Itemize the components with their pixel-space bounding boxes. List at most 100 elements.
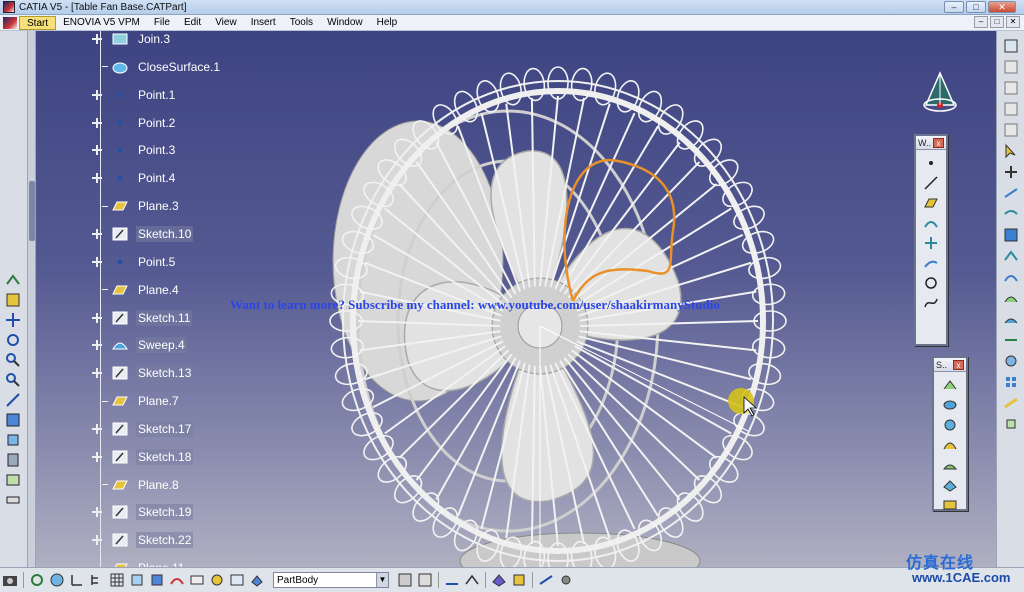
expand-plus-icon[interactable]: [92, 507, 102, 518]
surface-extract-icon[interactable]: [1002, 268, 1020, 285]
measure-icon[interactable]: [4, 491, 22, 508]
wireframe-toolbar[interactable]: W.. x: [914, 134, 948, 346]
loft-surface-icon[interactable]: [941, 476, 959, 493]
render-style-icon[interactable]: [4, 431, 22, 448]
extrapolate-icon[interactable]: [1002, 394, 1020, 411]
tree-view-icon[interactable]: [89, 572, 105, 588]
point-tool-icon[interactable]: [922, 154, 940, 171]
zoom-in-icon[interactable]: [4, 351, 22, 368]
menu-tools[interactable]: Tools: [283, 16, 320, 30]
insert-body-icon[interactable]: [397, 572, 413, 588]
fit-all-icon[interactable]: [4, 291, 22, 308]
doc-close-button[interactable]: ✕: [1006, 16, 1020, 28]
surface-join-icon[interactable]: [1002, 310, 1020, 327]
sweep-surface-icon[interactable]: [941, 436, 959, 453]
constraint-icon[interactable]: [169, 572, 185, 588]
tree-item[interactable]: Sketch.11: [92, 308, 193, 328]
parameters-icon[interactable]: [189, 572, 205, 588]
expand-plus-icon[interactable]: [92, 34, 102, 44]
projection-tool-icon[interactable]: [922, 214, 940, 231]
expand-plus-icon[interactable]: [92, 312, 102, 323]
surfaces-toolbar[interactable]: S.. x: [932, 356, 968, 511]
menu-insert[interactable]: Insert: [244, 16, 283, 30]
menu-window[interactable]: Window: [320, 16, 370, 30]
minimize-button[interactable]: –: [944, 1, 964, 13]
offset-tool-icon[interactable]: [922, 254, 940, 271]
surface-fill-icon[interactable]: [1002, 289, 1020, 306]
globe-icon[interactable]: [49, 572, 65, 588]
tree-item[interactable]: Plane.7: [92, 391, 181, 411]
menu-view[interactable]: View: [208, 16, 244, 30]
apply-icon[interactable]: [511, 572, 527, 588]
tree-item[interactable]: Plane.4: [92, 280, 181, 300]
close-button[interactable]: ✕: [988, 1, 1016, 13]
extrude-surface-icon[interactable]: [941, 376, 959, 393]
tree-item[interactable]: Point.5: [92, 252, 177, 272]
tree-item[interactable]: Sketch.13: [92, 363, 194, 383]
positioned-sketch-icon[interactable]: [1002, 58, 1020, 75]
knowledge-icon[interactable]: [209, 572, 225, 588]
tree-scrollbar[interactable]: [28, 31, 36, 567]
rotate-icon[interactable]: [4, 331, 22, 348]
fill-surface-icon[interactable]: [941, 456, 959, 473]
expand-plus-icon[interactable]: [92, 117, 102, 128]
partbody-select[interactable]: PartBody ▼: [273, 572, 389, 588]
tree-item[interactable]: CloseSurface.1: [92, 57, 222, 77]
tree-item[interactable]: Sketch.22: [92, 530, 194, 550]
tree-item[interactable]: Sketch.18: [92, 447, 194, 467]
tree-item[interactable]: Join.3: [92, 29, 172, 49]
annotation-icon[interactable]: [464, 572, 480, 588]
catia-logo-icon[interactable]: [3, 16, 17, 29]
boundary-icon[interactable]: [1002, 247, 1020, 264]
plane-tool-icon[interactable]: [922, 194, 940, 211]
scroll-thumb[interactable]: [29, 181, 35, 241]
sketch-icon[interactable]: [1002, 37, 1020, 54]
tool-4-icon[interactable]: [1002, 100, 1020, 117]
analysis-icon[interactable]: [1002, 205, 1020, 222]
tree-item[interactable]: Point.1: [92, 85, 177, 105]
tree-item[interactable]: Point.3: [92, 140, 177, 160]
fly-mode-icon[interactable]: [4, 271, 22, 288]
menu-file[interactable]: File: [147, 16, 177, 30]
abc-icon[interactable]: [444, 572, 460, 588]
expand-plus-icon[interactable]: [92, 368, 102, 379]
settings-icon[interactable]: [558, 572, 574, 588]
tree-item[interactable]: Sketch.10: [92, 224, 194, 244]
expand-plus-icon[interactable]: [92, 423, 102, 434]
material-icon[interactable]: [491, 572, 507, 588]
camera-icon[interactable]: [2, 572, 18, 588]
tree-item[interactable]: Plane.8: [92, 475, 181, 495]
normal-view-icon[interactable]: [4, 391, 22, 408]
formula-icon[interactable]: [229, 572, 245, 588]
menu-enovia[interactable]: ENOVIA V5 VPM: [56, 16, 147, 30]
spline-tool-icon[interactable]: [922, 294, 940, 311]
hide-show-icon[interactable]: [4, 451, 22, 468]
snap-icon[interactable]: [1002, 163, 1020, 180]
zoom-out-icon[interactable]: [4, 371, 22, 388]
expand-plus-icon[interactable]: [92, 535, 102, 546]
surfaces-toolbar-close[interactable]: x: [953, 359, 964, 370]
expand-plus-icon[interactable]: [92, 340, 102, 351]
expand-plus-icon[interactable]: [92, 89, 102, 100]
expand-plus-icon[interactable]: [92, 451, 102, 462]
tool-3-icon[interactable]: [1002, 79, 1020, 96]
body-icon[interactable]: [249, 572, 265, 588]
doc-restore-button[interactable]: □: [990, 16, 1004, 28]
tree-item[interactable]: Sketch.19: [92, 502, 194, 522]
transform-icon[interactable]: [1002, 352, 1020, 369]
circle-tool-icon[interactable]: [922, 274, 940, 291]
surface-split-icon[interactable]: [1002, 331, 1020, 348]
menu-help[interactable]: Help: [370, 16, 405, 30]
tree-item[interactable]: Point.4: [92, 168, 177, 188]
chevron-down-icon[interactable]: ▼: [376, 573, 388, 587]
pattern-icon[interactable]: [1002, 373, 1020, 390]
expand-plus-icon[interactable]: [92, 256, 102, 267]
geometrical-set-icon[interactable]: [417, 572, 433, 588]
select-icon[interactable]: [1002, 142, 1020, 159]
solid-icon[interactable]: [149, 572, 165, 588]
expand-plus-icon[interactable]: [92, 145, 102, 156]
update-icon[interactable]: [29, 572, 45, 588]
menu-start[interactable]: Start: [19, 15, 57, 30]
tree-item[interactable]: Sweep.4: [92, 335, 187, 355]
expand-plus-icon[interactable]: [92, 228, 102, 239]
